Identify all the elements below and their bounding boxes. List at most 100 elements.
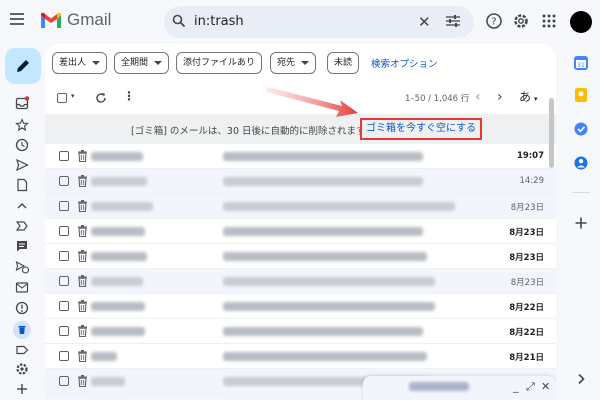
select-all-checkbox[interactable]	[57, 93, 67, 103]
row-checkbox[interactable]	[59, 276, 69, 286]
star-icon[interactable]	[15, 118, 29, 132]
sender-blurred	[91, 377, 125, 386]
gmail-logo[interactable]: Gmail	[40, 10, 111, 30]
delete-forever-icon[interactable]	[77, 250, 88, 262]
side-panel: 31	[562, 44, 600, 400]
chevron-down-icon	[301, 60, 310, 65]
row-checkbox[interactable]	[59, 176, 69, 186]
delete-forever-icon[interactable]	[77, 150, 88, 162]
keep-icon[interactable]	[574, 88, 588, 102]
close-icon[interactable]: ✕	[418, 13, 431, 31]
chip-sender[interactable]: 差出人	[52, 52, 108, 74]
chip-recipient[interactable]: 宛先	[270, 52, 317, 74]
app-name: Gmail	[67, 10, 112, 29]
delete-forever-icon[interactable]	[77, 275, 88, 287]
delete-forever-icon[interactable]	[77, 325, 88, 337]
calendar-icon[interactable]: 31	[574, 56, 588, 70]
chip-has-attachment[interactable]: 添付ファイルあり	[176, 52, 263, 74]
main-menu-icon[interactable]	[10, 13, 24, 25]
trash-notice-banner: [ゴミ箱] のメールは、30 日後に自動的に削除されます。 ゴミ箱を今すぐ空にす…	[45, 114, 556, 144]
row-checkbox[interactable]	[59, 251, 69, 261]
chip-label: 全期間	[121, 58, 149, 68]
tune-icon[interactable]	[446, 15, 460, 27]
empty-trash-link[interactable]: ゴミ箱を今すぐ空にする	[360, 118, 483, 140]
apps-grid-icon[interactable]	[540, 12, 558, 30]
contacts-icon[interactable]	[574, 156, 588, 170]
delete-forever-icon[interactable]	[77, 175, 88, 187]
row-checkbox[interactable]	[59, 301, 69, 311]
inbox-icon[interactable]	[15, 96, 29, 110]
minimize-icon[interactable]: _	[513, 380, 519, 393]
plus-icon[interactable]	[15, 382, 29, 396]
input-tool-label: あ	[519, 90, 532, 104]
table-row[interactable]: 8月21日	[45, 344, 556, 369]
table-row[interactable]: 19:07	[45, 144, 556, 169]
chevron-right-icon[interactable]: ›	[497, 89, 503, 105]
scheduled-send-icon[interactable]	[15, 260, 29, 274]
chevron-right-icon[interactable]	[574, 372, 588, 386]
important-icon[interactable]	[15, 219, 29, 233]
advanced-search-link[interactable]: 検索オプション	[371, 56, 438, 70]
chevron-down-icon[interactable]: ▾	[71, 92, 75, 100]
table-row[interactable]: 8月23日	[45, 269, 556, 294]
search-icon[interactable]	[172, 14, 186, 28]
chevron-down-icon: ▾	[534, 95, 538, 103]
trash-icon[interactable]	[13, 321, 31, 339]
subject-blurred	[223, 327, 423, 336]
row-checkbox[interactable]	[59, 226, 69, 236]
chip-date-range[interactable]: 全期間	[114, 52, 170, 74]
label-icon[interactable]	[15, 343, 29, 357]
chip-unread[interactable]: 未読	[327, 52, 360, 74]
clock-icon[interactable]	[15, 138, 29, 152]
get-addons-icon[interactable]	[574, 216, 588, 230]
table-row[interactable]: 8月23日	[45, 194, 556, 219]
search-filter-chips: 差出人 全期間 添付ファイルあり 宛先 未読 検索オプション	[45, 44, 556, 82]
avatar[interactable]	[570, 11, 592, 33]
gear-icon[interactable]	[512, 12, 530, 30]
scrollbar[interactable]	[549, 84, 554, 400]
close-icon[interactable]: ✕	[541, 380, 550, 393]
table-row[interactable]: 8月22日	[45, 294, 556, 319]
manage-labels-icon[interactable]	[15, 362, 29, 376]
spam-icon[interactable]	[15, 301, 29, 315]
table-row[interactable]: 14:29	[45, 169, 556, 194]
chat-icon[interactable]	[15, 239, 29, 253]
more-options-icon[interactable]: ⋮	[123, 89, 135, 103]
minimized-compose-bar[interactable]: _ ⤢ ✕	[363, 376, 556, 400]
chevron-down-icon	[154, 60, 163, 65]
chevron-left-icon[interactable]: ‹	[475, 89, 481, 105]
row-checkbox[interactable]	[59, 351, 69, 361]
row-checkbox[interactable]	[59, 376, 69, 386]
help-icon[interactable]: ?	[485, 12, 503, 30]
input-tools-button[interactable]: あ ▾	[519, 88, 538, 105]
table-row[interactable]: 8月23日	[45, 219, 556, 244]
scrollbar-thumb[interactable]	[549, 98, 554, 168]
delete-forever-icon[interactable]	[77, 300, 88, 312]
delete-forever-icon[interactable]	[77, 225, 88, 237]
svg-text:?: ?	[491, 17, 496, 28]
subject-blurred	[223, 302, 435, 311]
svg-text:31: 31	[577, 62, 585, 69]
refresh-icon[interactable]	[95, 92, 107, 104]
compose-button[interactable]	[5, 48, 41, 84]
draft-icon[interactable]	[15, 178, 29, 192]
row-checkbox[interactable]	[59, 201, 69, 211]
pencil-icon	[17, 60, 29, 72]
tasks-icon[interactable]	[574, 122, 588, 136]
delete-forever-icon[interactable]	[77, 375, 88, 387]
search-input[interactable]: in:trash	[194, 14, 244, 29]
side-divider	[572, 192, 590, 193]
gmail-m-icon	[41, 12, 61, 28]
delete-forever-icon[interactable]	[77, 200, 88, 212]
all-mail-icon[interactable]	[15, 280, 29, 294]
send-icon[interactable]	[15, 158, 29, 172]
chevron-up-icon[interactable]	[15, 199, 29, 213]
row-checkbox[interactable]	[59, 151, 69, 161]
search-bar[interactable]: in:trash ✕	[164, 6, 474, 38]
table-row[interactable]: 8月22日	[45, 319, 556, 344]
email-date: 8月22日	[509, 328, 544, 338]
expand-icon[interactable]: ⤢	[526, 380, 535, 394]
row-checkbox[interactable]	[59, 326, 69, 336]
delete-forever-icon[interactable]	[77, 350, 88, 362]
table-row[interactable]: 8月23日	[45, 244, 556, 269]
